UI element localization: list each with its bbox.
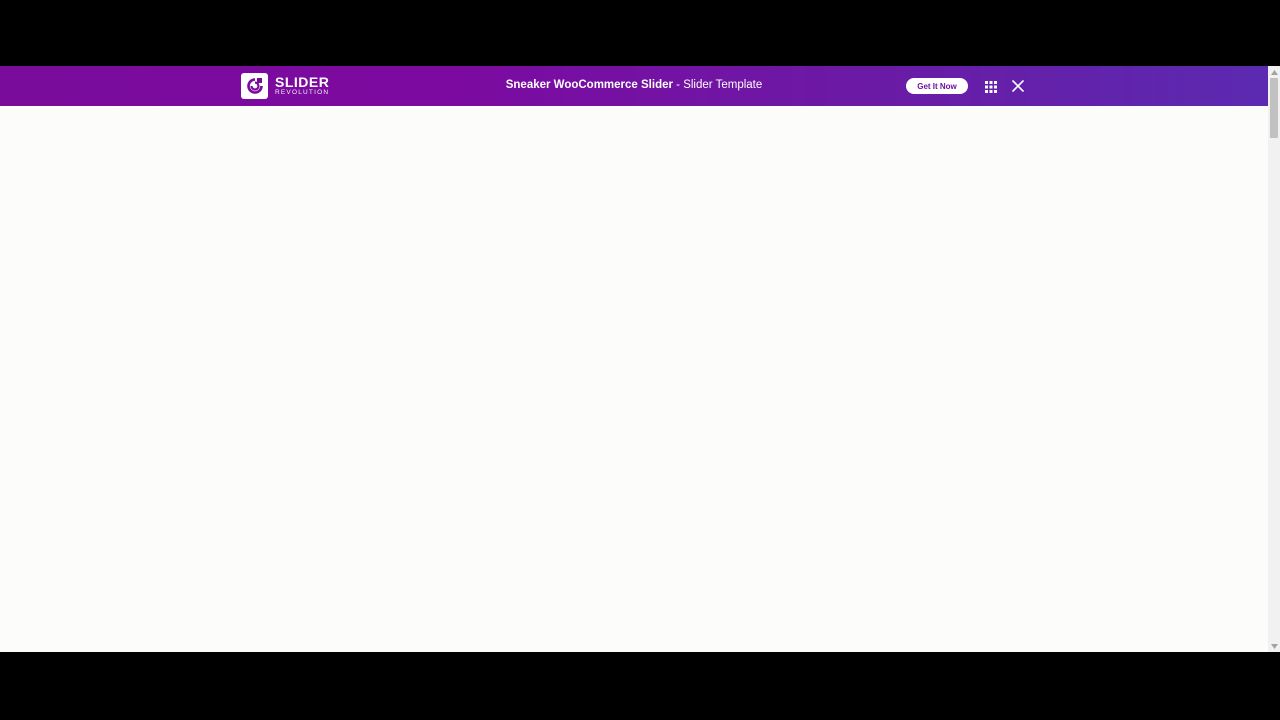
template-title-name: Sneaker WooCommerce Slider xyxy=(505,79,673,91)
logo-subtitle: REVOLUTION xyxy=(275,89,330,97)
scroll-down-arrow-icon[interactable] xyxy=(1268,640,1280,652)
grid-icon[interactable] xyxy=(985,80,997,93)
close-icon[interactable] xyxy=(1011,79,1025,93)
vertical-scrollbar[interactable] xyxy=(1268,66,1280,652)
browser-frame: SLIDER REVOLUTION Sneaker WooCommerce Sl… xyxy=(0,0,1280,720)
template-preview-bar: SLIDER REVOLUTION Sneaker WooCommerce Sl… xyxy=(0,66,1268,106)
template-title-suffix: - Slider Template xyxy=(672,79,763,91)
scrollbar-thumb[interactable] xyxy=(1270,78,1278,138)
slider-preview-area xyxy=(0,106,1268,652)
page-viewport: SLIDER REVOLUTION Sneaker WooCommerce Sl… xyxy=(0,66,1280,652)
get-it-now-button[interactable]: Get It Now xyxy=(906,78,968,94)
template-title: Sneaker WooCommerce Slider - Slider Temp… xyxy=(0,79,1268,91)
scroll-up-arrow-icon[interactable] xyxy=(1268,66,1280,78)
